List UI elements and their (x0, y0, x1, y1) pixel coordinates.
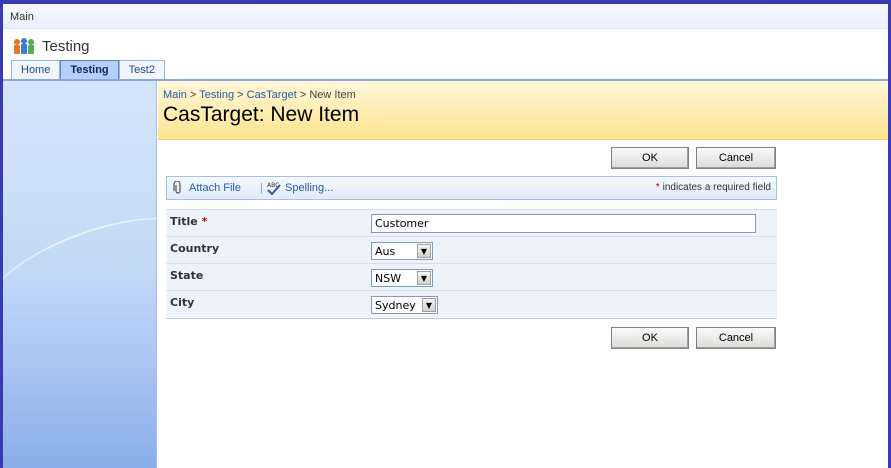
cancel-button-top[interactable]: Cancel (696, 147, 776, 169)
form-bottom-divider (166, 318, 777, 319)
paperclip-icon (173, 181, 181, 194)
state-label: State (170, 269, 204, 282)
breadcrumb-separator: > (237, 89, 244, 101)
title-label: Title * (170, 215, 207, 228)
page-title-area: Main > Testing > CasTarget > New Item Ca… (158, 81, 888, 140)
state-value: NSW (375, 272, 402, 285)
breadcrumb-castarget[interactable]: CasTarget (247, 89, 297, 101)
breadcrumb-testing[interactable]: Testing (199, 89, 234, 101)
form-row-state: State NSW ▼ (166, 263, 777, 290)
spelling-button[interactable]: ABC Spelling... (266, 181, 333, 195)
required-note-text: indicates a required field (662, 182, 771, 193)
state-select[interactable]: NSW ▼ (371, 269, 433, 287)
top-navigation-bar: Main (3, 4, 888, 29)
breadcrumb-separator: > (299, 89, 307, 101)
ok-button-top[interactable]: OK (611, 147, 689, 169)
top-tabs: Home Testing Test2 (11, 60, 165, 79)
title-label-text: Title (170, 215, 198, 228)
form-row-city: City Sydney ▼ (166, 290, 777, 317)
spelling-label: Spelling... (285, 182, 334, 194)
tab-testing[interactable]: Testing (60, 60, 119, 79)
city-label: City (170, 296, 195, 309)
title-input[interactable]: Customer (371, 214, 756, 233)
attach-file-label: Attach File (189, 182, 241, 194)
tab-home[interactable]: Home (11, 60, 61, 79)
required-field-note: * indicates a required field (656, 182, 771, 193)
required-star: * (655, 182, 660, 193)
dropdown-arrow-icon[interactable]: ▼ (417, 271, 431, 285)
breadcrumb: Main > Testing > CasTarget > New Item (163, 89, 356, 101)
city-value: Sydney (375, 299, 416, 312)
ok-button-bottom[interactable]: OK (611, 327, 689, 349)
page-title: CasTarget: New Item (163, 103, 360, 126)
attach-file-button[interactable]: Attach File (173, 181, 241, 195)
dropdown-arrow-icon[interactable]: ▼ (417, 244, 431, 258)
toolbar-separator: | (260, 182, 263, 194)
form-row-country: Country Aus ▼ (166, 236, 777, 263)
cancel-button-bottom[interactable]: Cancel (696, 327, 776, 349)
breadcrumb-main[interactable]: Main (163, 89, 187, 101)
country-select[interactable]: Aus ▼ (371, 242, 433, 260)
country-value: Aus (375, 245, 396, 258)
site-people-icon (14, 38, 34, 54)
spellcheck-icon: ABC (267, 182, 281, 195)
title-required-star: * (201, 215, 208, 228)
form-row-title: Title * Customer (166, 209, 777, 236)
form-toolbar: Attach File | ABC Spelling... * indicate… (166, 176, 777, 200)
left-navigation-panel (3, 81, 211, 468)
breadcrumb-separator: > (189, 89, 197, 101)
city-select[interactable]: Sydney ▼ (371, 296, 438, 314)
breadcrumb-current: New Item (309, 89, 356, 101)
dropdown-arrow-icon[interactable]: ▼ (422, 298, 436, 312)
browser-content: Main Testing Home Testing Test2 Main > T… (3, 4, 888, 468)
main-link[interactable]: Main (10, 11, 34, 23)
site-title[interactable]: Testing (42, 38, 90, 55)
country-label: Country (170, 242, 220, 255)
site-header: Testing (12, 34, 90, 58)
tab-test2[interactable]: Test2 (118, 60, 165, 79)
